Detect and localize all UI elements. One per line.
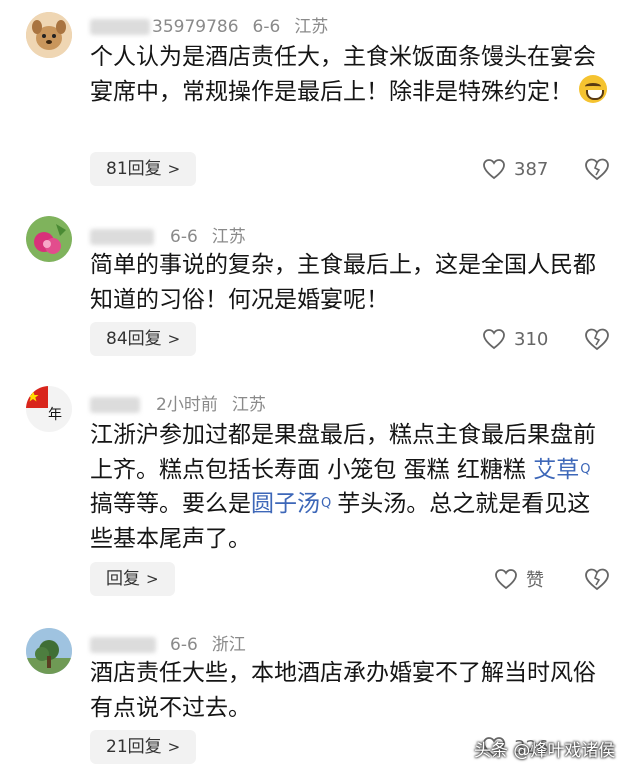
comment-time: 2小时前	[156, 395, 218, 415]
comment-meta: 2小时前 江苏	[90, 390, 280, 415]
comment-text: 江浙沪参加过都是果盘最后，糕点主食最后果盘前上齐。糕点包括长寿面 小笼包 蛋糕 …	[90, 422, 596, 552]
comment-meta: 6-6 浙江	[90, 630, 260, 655]
watermark: 头条 @烽叶戏诸侯	[474, 741, 616, 761]
like-button[interactable]: 310	[482, 324, 548, 354]
tree-avatar-icon[interactable]	[26, 628, 72, 674]
replies-button[interactable]: 81回复 >	[90, 152, 197, 186]
chevron-right-icon: >	[167, 160, 181, 178]
search-icon: Q	[321, 496, 332, 511]
like-button[interactable]: 赞	[494, 564, 544, 594]
search-link-aicao[interactable]: 艾草	[533, 457, 579, 483]
like-button[interactable]: 387	[482, 154, 548, 184]
comment-location: 浙江	[211, 635, 246, 655]
heart-icon	[495, 569, 517, 590]
user-name-suffix: 35979786	[152, 17, 239, 37]
flower-avatar-icon[interactable]	[26, 216, 72, 262]
comment-date: 6-6	[252, 17, 281, 37]
like-count: 310	[514, 328, 549, 350]
comment-meta: 35979786 6-6 江苏	[90, 12, 342, 37]
search-link-yuanzitang[interactable]: 圆子汤	[251, 491, 320, 517]
broken-heart-icon[interactable]	[584, 156, 610, 182]
comment-date: 6-6	[170, 635, 198, 655]
broken-heart-icon[interactable]	[584, 326, 610, 352]
heart-icon	[483, 159, 505, 180]
reply-button[interactable]: 回复 >	[90, 562, 175, 596]
comment-text: 酒店责任大些，本地酒店承办婚宴不了解当时风俗有点说不过去。	[90, 660, 596, 721]
comment-text: 个人认为是酒店责任大，主食米饭面条馒头在宴会宴席中，常规操作是最后上！除非是特殊…	[90, 40, 610, 109]
comment-date: 6-6	[170, 227, 198, 247]
avatar-text: 年	[48, 407, 62, 423]
replies-button[interactable]: 84回复 >	[90, 322, 197, 356]
search-icon: Q	[580, 461, 591, 477]
like-label: 赞	[526, 570, 544, 591]
chevron-right-icon: >	[146, 570, 159, 588]
heart-icon	[483, 329, 505, 350]
comment-location: 江苏	[294, 17, 329, 37]
comment-meta: 6-6 江苏	[90, 222, 260, 247]
dog-avatar-icon[interactable]	[26, 12, 72, 58]
broken-heart-icon[interactable]	[584, 566, 610, 592]
replies-button[interactable]: 21回复 >	[90, 730, 197, 764]
comment-location: 江苏	[231, 395, 266, 415]
comment-location: 江苏	[211, 227, 246, 247]
chevron-right-icon: >	[167, 738, 181, 756]
flag-avatar-icon[interactable]: 年	[26, 386, 72, 432]
like-count: 387	[514, 158, 549, 180]
laughing-emoji-icon	[579, 75, 607, 103]
chevron-right-icon: >	[167, 330, 181, 348]
comment-text: 简单的事说的复杂，主食最后上，这是全国人民都知道的习俗！何况是婚宴呢！	[90, 252, 596, 313]
